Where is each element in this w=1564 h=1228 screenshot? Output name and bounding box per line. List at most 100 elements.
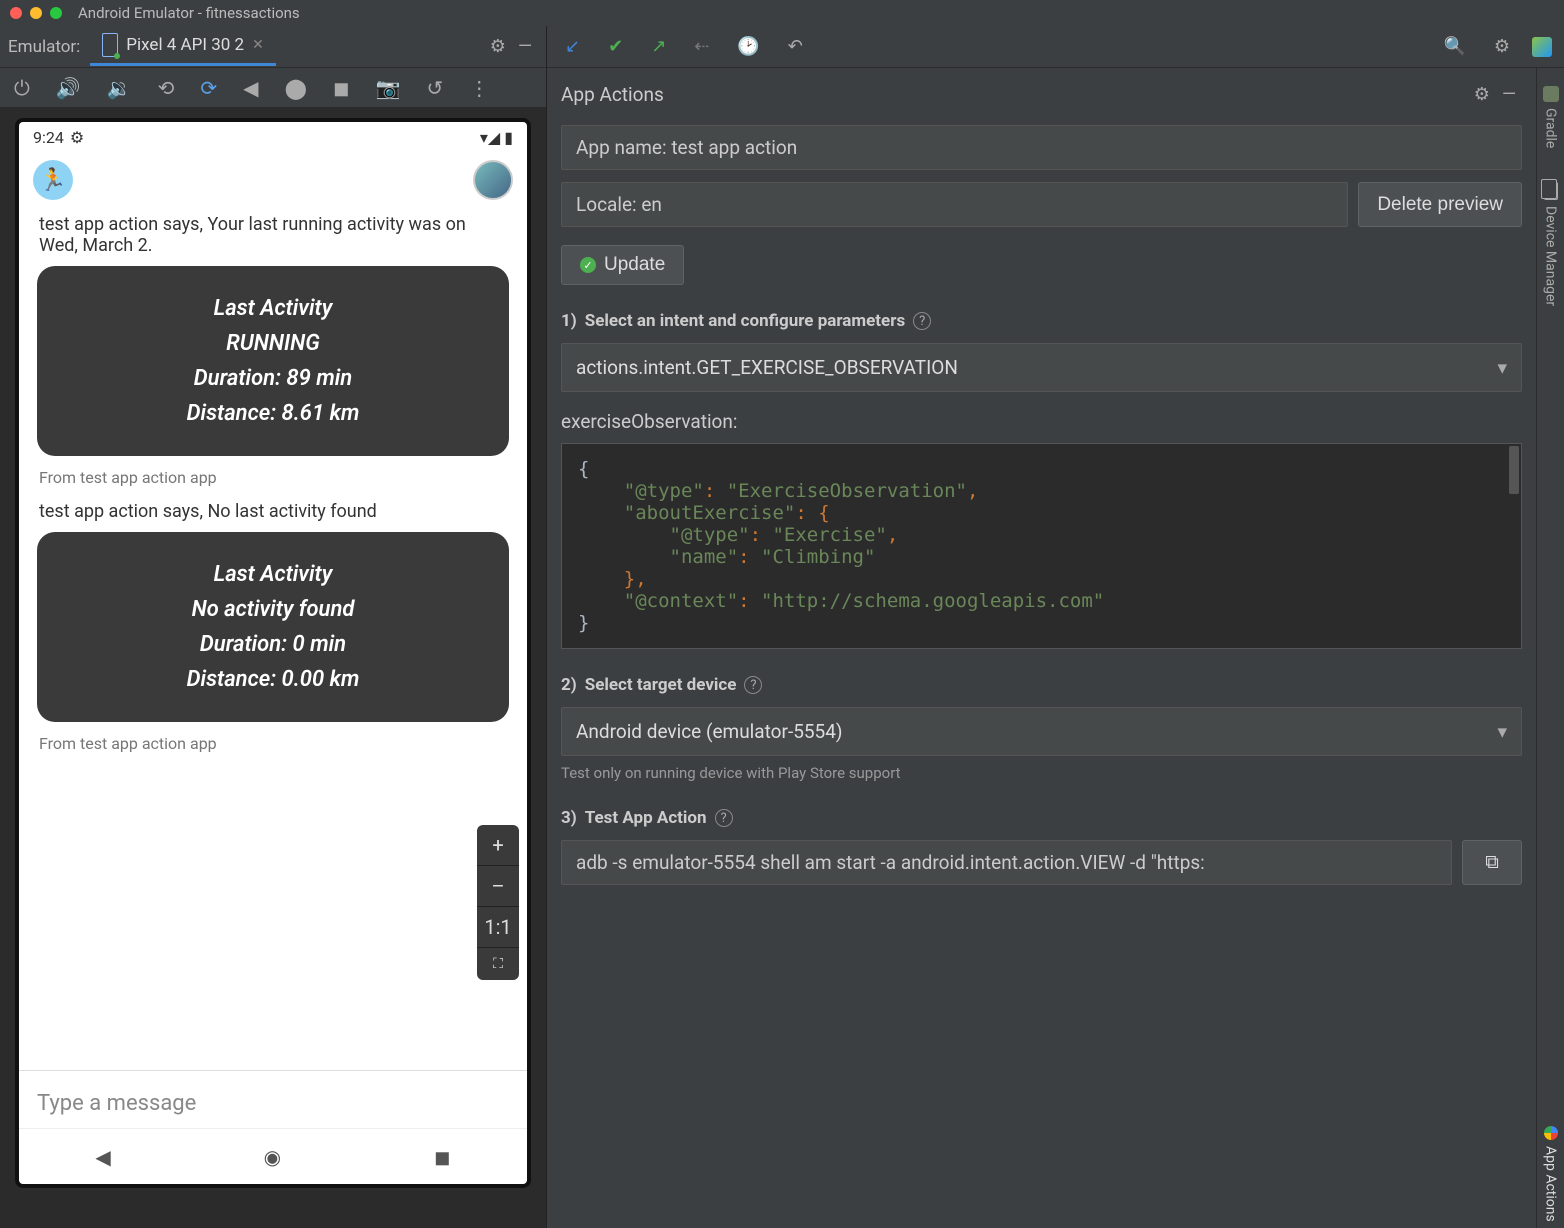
- nav-home-icon[interactable]: ◉: [264, 1145, 281, 1169]
- step2-text: Select target device: [585, 675, 737, 695]
- close-tab-icon[interactable]: ✕: [252, 37, 264, 53]
- gradle-tab-label: Gradle: [1543, 108, 1559, 148]
- chevron-down-icon: ▾: [1497, 720, 1507, 743]
- stop-icon[interactable]: ◼: [327, 72, 356, 104]
- activity-card-2[interactable]: Last Activity No activity found Duration…: [37, 532, 509, 722]
- nav-back-icon[interactable]: ◀: [95, 1145, 110, 1169]
- wifi-icon: ▾◢: [480, 128, 500, 147]
- device-manager-icon: [1544, 182, 1558, 200]
- locale-field[interactable]: Locale: en: [561, 182, 1348, 227]
- profile-image[interactable]: [1532, 37, 1552, 57]
- delete-preview-button[interactable]: Delete preview: [1358, 182, 1522, 227]
- arrow-down-left-icon[interactable]: ↙: [559, 32, 586, 61]
- window-titlebar: Android Emulator - fitnessactions: [0, 0, 1564, 26]
- activity-card-1[interactable]: Last Activity RUNNING Duration: 89 min D…: [37, 266, 509, 456]
- intent-select[interactable]: actions.intent.GET_EXERCISE_OBSERVATION …: [561, 343, 1522, 392]
- panel-gear-icon[interactable]: ⚙: [1468, 80, 1496, 109]
- card2-type: No activity found: [47, 597, 499, 622]
- close-window-button[interactable]: [10, 7, 22, 19]
- from-line-1: From test app action app: [39, 468, 507, 487]
- gradle-tab[interactable]: Gradle: [1543, 80, 1559, 154]
- zoom-out-button[interactable]: –: [477, 866, 519, 907]
- merge-icon[interactable]: ⇠: [688, 32, 715, 61]
- update-button[interactable]: ✓ Update: [561, 245, 684, 285]
- zoom-1to1-button[interactable]: 1:1: [477, 907, 519, 948]
- check-circle-icon: ✓: [580, 257, 596, 273]
- app-actions-panel: App Actions ⚙ — App name: test app actio…: [547, 68, 1536, 1228]
- device-manager-tab[interactable]: Device Manager: [1543, 176, 1559, 312]
- minimize-window-button[interactable]: [30, 7, 42, 19]
- battery-icon: ▮: [504, 128, 513, 147]
- history-icon[interactable]: ↺: [420, 72, 449, 104]
- rotate-left-icon[interactable]: ⟲: [152, 72, 181, 104]
- assistant-message-2: test app action says, No last activity f…: [39, 501, 507, 522]
- step3-text: Test App Action: [585, 808, 707, 828]
- device-manager-tab-label: Device Manager: [1543, 206, 1559, 306]
- card1-type: RUNNING: [47, 331, 499, 356]
- gear-icon[interactable]: ⚙: [484, 32, 512, 61]
- power-icon[interactable]: ⏻: [8, 72, 36, 104]
- zoom-fit-button[interactable]: ⛶: [477, 948, 519, 980]
- help-icon[interactable]: ?: [913, 312, 931, 330]
- avatar[interactable]: [473, 160, 513, 200]
- card2-duration: Duration: 0 min: [47, 632, 499, 657]
- intent-selected-value: actions.intent.GET_EXERCISE_OBSERVATION: [576, 356, 958, 379]
- ide-toolbar: ↙ ✔ ↗ ⇠ 🕑 ↶ 🔍 ⚙: [547, 26, 1564, 68]
- app-actions-tab-label: App Actions: [1543, 1146, 1559, 1222]
- clock-icon[interactable]: 🕑: [731, 32, 765, 61]
- assistant-message-1: test app action says, Your last running …: [39, 214, 507, 256]
- card2-title: Last Activity: [47, 562, 499, 587]
- emulator-pane: Emulator: Pixel 4 API 30 2 ✕ ⚙ — ⏻ 🔊 🔉 ⟲…: [0, 26, 547, 1228]
- copy-button[interactable]: ⧉: [1462, 840, 1522, 885]
- from-line-2: From test app action app: [39, 734, 507, 753]
- undo-icon[interactable]: ↶: [782, 32, 809, 61]
- app-actions-tab[interactable]: App Actions: [1543, 1120, 1559, 1228]
- message-input[interactable]: Type a message: [19, 1070, 527, 1128]
- window-title: Android Emulator - fitnessactions: [78, 4, 300, 22]
- side-tabs: Gradle Device Manager App Actions: [1536, 68, 1564, 1228]
- help-icon[interactable]: ?: [715, 809, 733, 827]
- volume-down-icon[interactable]: 🔉: [101, 72, 138, 104]
- checkmark-icon[interactable]: ✔: [602, 32, 629, 61]
- chevron-down-icon: ▾: [1497, 356, 1507, 379]
- step1-label: 1) Select an intent and configure parame…: [561, 311, 1522, 331]
- card1-title: Last Activity: [47, 296, 499, 321]
- device-hint: Test only on running device with Play St…: [561, 764, 1522, 782]
- maximize-window-button[interactable]: [50, 7, 62, 19]
- device-screen[interactable]: 9:24 ⚙ ▾◢ ▮ 🏃 test app action says, Your…: [15, 118, 531, 1188]
- step3-prefix: 3): [561, 808, 577, 828]
- json-editor[interactable]: { "@type": "ExerciseObservation", "about…: [561, 443, 1522, 649]
- emulator-tab[interactable]: Pixel 4 API 30 2 ✕: [90, 27, 276, 66]
- device-selected-value: Android device (emulator-5554): [576, 720, 843, 743]
- minimize-icon[interactable]: —: [512, 32, 538, 61]
- emulator-toolbar: ⏻ 🔊 🔉 ⟲ ⟳ ◀ ⬤ ◼ 📷 ↺ ⋮: [0, 68, 546, 108]
- record-icon[interactable]: ⬤: [279, 72, 313, 104]
- scrollbar-thumb[interactable]: [1509, 446, 1519, 494]
- screenshot-icon[interactable]: 📷: [370, 72, 407, 104]
- arrow-up-right-icon[interactable]: ↗: [645, 32, 672, 61]
- app-badge-icon: 🏃: [33, 160, 73, 200]
- step1-text: Select an intent and configure parameter…: [585, 311, 905, 331]
- assistant-icon: [1544, 1126, 1558, 1140]
- step2-prefix: 2): [561, 675, 577, 695]
- panel-minimize-icon[interactable]: —: [1496, 80, 1522, 109]
- device-select[interactable]: Android device (emulator-5554) ▾: [561, 707, 1522, 756]
- zoom-in-button[interactable]: +: [477, 825, 519, 866]
- app-name-field[interactable]: App name: test app action: [561, 125, 1522, 170]
- adb-command-field[interactable]: adb -s emulator-5554 shell am start -a a…: [561, 840, 1452, 885]
- volume-up-icon[interactable]: 🔊: [50, 72, 87, 104]
- back-icon[interactable]: ◀: [237, 72, 264, 104]
- search-icon[interactable]: 🔍: [1437, 32, 1471, 61]
- zoom-controls: + – 1:1 ⛶: [477, 825, 519, 980]
- gear-icon[interactable]: ⚙: [1488, 32, 1516, 61]
- rotate-right-icon[interactable]: ⟳: [194, 72, 223, 104]
- card1-duration: Duration: 89 min: [47, 366, 499, 391]
- status-bar: 9:24 ⚙ ▾◢ ▮: [19, 122, 527, 152]
- help-icon[interactable]: ?: [744, 676, 762, 694]
- more-icon[interactable]: ⋮: [463, 72, 495, 104]
- nav-recent-icon[interactable]: ◼: [434, 1145, 451, 1169]
- card1-distance: Distance: 8.61 km: [47, 401, 499, 426]
- emulator-tab-name: Pixel 4 API 30 2: [126, 35, 244, 55]
- step2-label: 2) Select target device ?: [561, 675, 1522, 695]
- status-time: 9:24: [33, 128, 64, 147]
